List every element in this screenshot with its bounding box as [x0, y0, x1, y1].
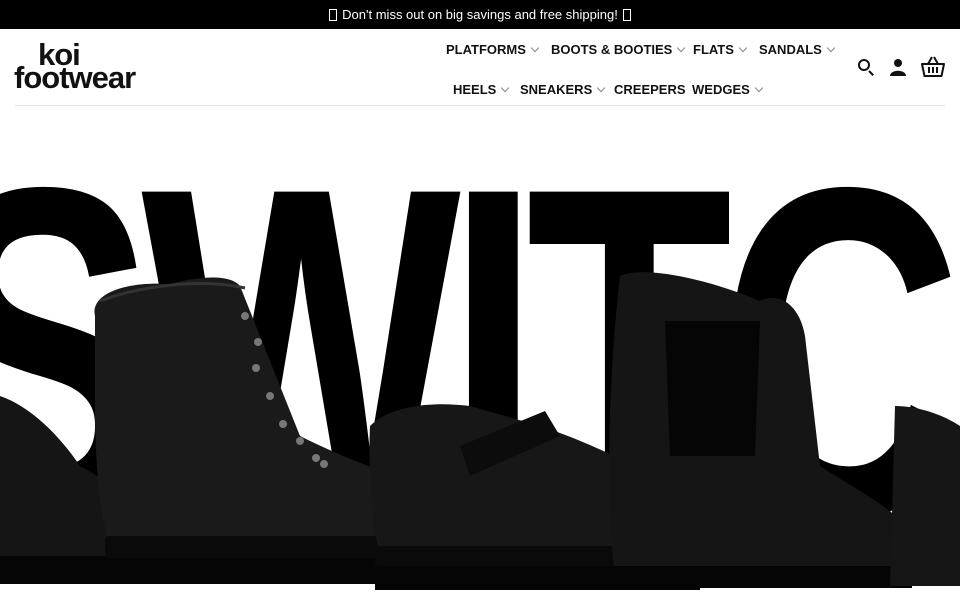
nav-item-platforms[interactable]: PLATFORMS: [446, 42, 540, 57]
nav-label: SANDALS: [759, 42, 822, 57]
nav-item-sneakers[interactable]: SNEAKERS: [520, 82, 606, 97]
nav-item-sandals[interactable]: SANDALS: [759, 42, 836, 57]
nav-label: FLATS: [693, 42, 734, 57]
nav-label: WEDGES: [692, 82, 750, 97]
nav-label: CREEPERS: [614, 82, 686, 97]
account-icon[interactable]: [889, 58, 907, 76]
chevron-down-icon: [826, 43, 836, 52]
gift-icon: [329, 8, 338, 21]
chevron-down-icon: [597, 83, 606, 92]
cart-basket-icon[interactable]: [921, 56, 945, 78]
chevron-down-icon: [738, 43, 748, 52]
logo-text-footwear: footwear: [14, 60, 136, 95]
nav-label: SNEAKERS: [520, 82, 593, 97]
hero-banner[interactable]: SWITCH: [0, 106, 960, 600]
site-header: koi footwear PLATFORMS BOOTS & BOOTIES F…: [0, 29, 960, 106]
nav-label: HEELS: [453, 82, 497, 97]
chevron-down-icon: [754, 83, 764, 92]
hero-shoes-image: [0, 272, 960, 590]
search-icon[interactable]: [857, 58, 877, 78]
announcement-text: Don't miss out on big savings and free s…: [342, 7, 618, 22]
nav-item-heels[interactable]: HEELS: [453, 82, 510, 97]
nav-item-wedges[interactable]: WEDGES: [692, 82, 764, 97]
nav-item-creepers[interactable]: CREEPERS: [614, 82, 686, 97]
announcement-bar: Don't miss out on big savings and free s…: [0, 0, 960, 29]
chevron-down-icon: [677, 43, 686, 52]
koi-footwear-logo[interactable]: koi footwear: [14, 39, 159, 95]
nav-label: BOOTS & BOOTIES: [551, 42, 673, 57]
nav-item-boots-booties[interactable]: BOOTS & BOOTIES: [551, 42, 686, 57]
chevron-down-icon: [530, 43, 540, 52]
gift-icon: [622, 8, 631, 21]
chevron-down-icon: [501, 83, 510, 92]
nav-label: PLATFORMS: [446, 42, 526, 57]
nav-item-flats[interactable]: FLATS: [693, 42, 748, 57]
